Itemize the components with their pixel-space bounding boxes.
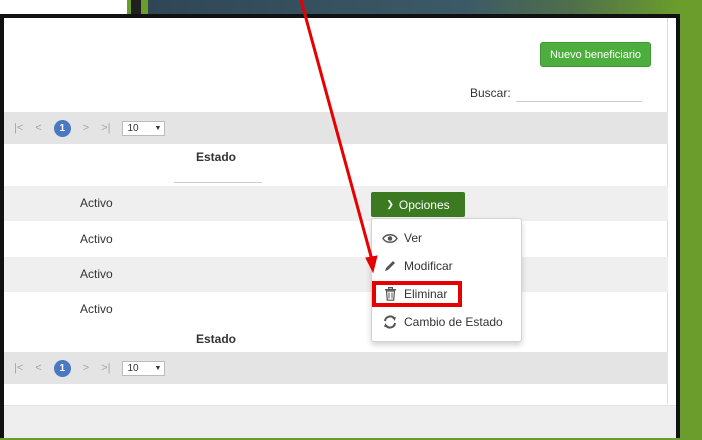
search-input[interactable] — [516, 88, 642, 102]
estado-cell: Activo — [80, 196, 113, 210]
menu-item-modificar[interactable]: Modificar — [381, 256, 453, 276]
menu-item-label: Modificar — [404, 259, 453, 273]
page-size-select[interactable]: 10 ▼ — [122, 360, 166, 376]
search-label: Buscar: — [470, 86, 511, 100]
pager-bottom: |< < 1 > >| 10 ▼ — [4, 352, 668, 384]
caret-down-icon: ▼ — [154, 124, 162, 132]
page-footer — [4, 405, 676, 438]
options-button[interactable]: ❯ Opciones — [371, 192, 465, 217]
options-button-label: Opciones — [398, 197, 450, 212]
current-page-button[interactable]: 1 — [53, 119, 71, 137]
menu-item-label: Ver — [404, 231, 423, 245]
page-size-select[interactable]: 10 ▼ — [122, 120, 166, 136]
table-row: Activo — [4, 222, 668, 257]
refresh-icon — [381, 315, 399, 329]
estado-cell: Activo — [80, 232, 113, 246]
estado-cell: Activo — [80, 267, 113, 281]
menu-item-ver[interactable]: Ver — [381, 228, 422, 248]
first-page-button[interactable]: |< — [14, 362, 23, 374]
pencil-icon — [381, 259, 399, 273]
new-beneficiary-button[interactable]: Nuevo beneficiario — [540, 42, 651, 67]
next-page-button[interactable]: > — [83, 362, 89, 374]
table-row: Activo — [4, 292, 668, 327]
menu-item-label: Cambio de Estado — [404, 315, 503, 329]
page-size-value: 10 — [127, 122, 139, 134]
header-underline — [174, 182, 262, 183]
last-page-button[interactable]: >| — [101, 122, 110, 134]
screenshot-frame: Nuevo beneficiario Buscar: |< < 1 > >| 1… — [0, 14, 680, 438]
caret-down-icon: ▼ — [154, 364, 162, 372]
beneficiaries-panel: Nuevo beneficiario Buscar: |< < 1 > >| 1… — [4, 18, 668, 404]
last-page-button[interactable]: >| — [101, 362, 110, 374]
first-page-button[interactable]: |< — [14, 122, 23, 134]
column-footer-estado: Estado — [196, 332, 237, 346]
current-page-button[interactable]: 1 — [53, 359, 71, 377]
estado-cell: Activo — [80, 302, 113, 316]
table-row: Activo — [4, 257, 668, 292]
eliminar-highlight-box — [372, 281, 462, 307]
options-dropdown-menu: Ver Modificar Eliminar Cambio de Estado — [371, 218, 522, 342]
column-header-estado[interactable]: Estado — [196, 150, 236, 164]
chevron-down-icon: ❯ — [386, 199, 394, 209]
table-row: Activo — [4, 186, 668, 221]
prev-page-button[interactable]: < — [35, 362, 41, 374]
eye-icon — [381, 233, 399, 244]
prev-page-button[interactable]: < — [35, 122, 41, 134]
next-page-button[interactable]: > — [83, 122, 89, 134]
pager-top: |< < 1 > >| 10 ▼ — [4, 112, 668, 144]
menu-item-cambio-estado[interactable]: Cambio de Estado — [381, 312, 503, 332]
page-size-value: 10 — [127, 362, 139, 374]
